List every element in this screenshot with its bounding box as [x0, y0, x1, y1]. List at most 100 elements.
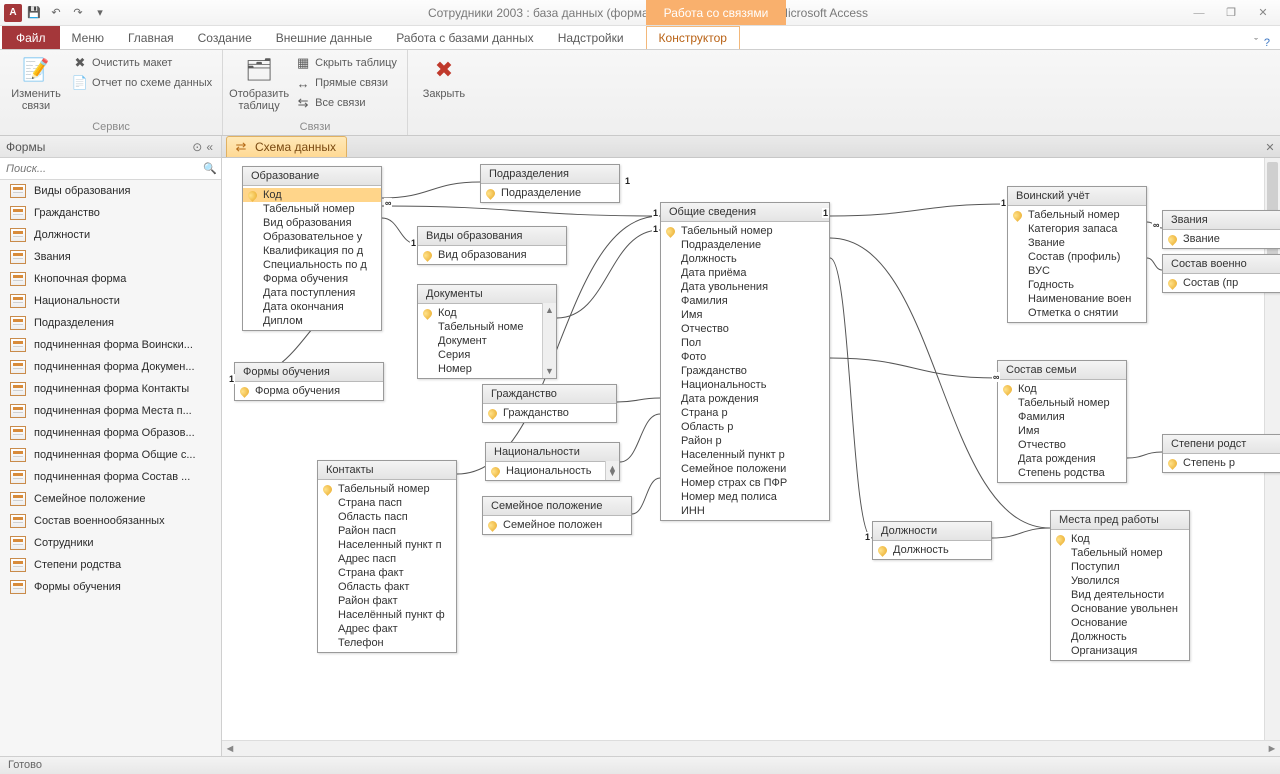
table-field[interactable]: Организация	[1051, 644, 1189, 658]
table-box[interactable]: Семейное положениеСемейное положен	[482, 496, 632, 535]
table-field[interactable]: Звание	[1008, 236, 1146, 250]
table-scrollbar[interactable]: ▲▼	[605, 461, 619, 480]
ribbon-tab[interactable]: Главная	[116, 27, 186, 49]
ribbon-tab[interactable]: Меню	[60, 27, 116, 49]
table-field[interactable]: Табельный номер	[661, 224, 829, 238]
qat-dropdown-icon[interactable]: ▾	[90, 3, 110, 23]
direct-links-button[interactable]: ↔Прямые связи	[293, 74, 399, 92]
table-field[interactable]: Национальность	[486, 464, 619, 478]
table-field[interactable]: Страна пасп	[318, 496, 456, 510]
table-field[interactable]: Код	[1051, 532, 1189, 546]
undo-icon[interactable]: ↶	[46, 3, 66, 23]
nav-item[interactable]: подчиненная форма Места п...	[0, 400, 221, 422]
table-field[interactable]: ИНН	[661, 504, 829, 518]
table-field[interactable]: Поступил	[1051, 560, 1189, 574]
nav-item[interactable]: Состав военнообязанных	[0, 510, 221, 532]
nav-item[interactable]: Гражданство	[0, 202, 221, 224]
table-box[interactable]: Состав военноСостав (пр	[1162, 254, 1280, 293]
table-field[interactable]: Должность	[873, 543, 991, 557]
restore-button[interactable]: ❐	[1218, 4, 1244, 22]
table-field[interactable]: Населенный пункт п	[318, 538, 456, 552]
table-field[interactable]: Семейное положен	[483, 518, 631, 532]
table-field[interactable]: Фамилия	[661, 294, 829, 308]
search-icon[interactable]: 🔍	[199, 158, 221, 179]
scroll-right-icon[interactable]: ►	[1264, 743, 1280, 755]
ribbon-tab[interactable]: Создание	[186, 27, 264, 49]
nav-item[interactable]: Должности	[0, 224, 221, 246]
table-field[interactable]: Степень родства	[998, 466, 1126, 480]
nav-item[interactable]: Национальности	[0, 290, 221, 312]
edit-relationships-button[interactable]: 📝 Изменить связи	[8, 54, 64, 112]
nav-item[interactable]: подчиненная форма Общие с...	[0, 444, 221, 466]
table-field[interactable]: Диплом	[243, 314, 381, 328]
table-field[interactable]: Область пасп	[318, 510, 456, 524]
table-field[interactable]: Фамилия	[998, 410, 1126, 424]
file-tab[interactable]: Файл	[2, 26, 60, 49]
table-field[interactable]: Категория запаса	[1008, 222, 1146, 236]
table-field[interactable]: Табельный номе	[418, 320, 556, 334]
table-field[interactable]: Должность	[661, 252, 829, 266]
document-close-button[interactable]: ✕	[1260, 137, 1280, 157]
table-field[interactable]: Страна р	[661, 406, 829, 420]
table-field[interactable]: Имя	[661, 308, 829, 322]
nav-filter-dropdown-icon[interactable]: ⊙	[190, 140, 204, 154]
search-input[interactable]	[0, 158, 199, 179]
table-box[interactable]: Воинский учётТабельный номерКатегория за…	[1007, 186, 1147, 323]
table-field[interactable]: Код	[243, 188, 381, 202]
minimize-button[interactable]: ―	[1186, 4, 1212, 22]
table-field[interactable]: Имя	[998, 424, 1126, 438]
nav-item[interactable]: Кнопочная форма	[0, 268, 221, 290]
table-field[interactable]: Вид деятельности	[1051, 588, 1189, 602]
table-field[interactable]: Дата окончания	[243, 300, 381, 314]
clear-layout-button[interactable]: ✖Очистить макет	[70, 54, 214, 72]
table-field[interactable]: Дата рождения	[661, 392, 829, 406]
table-field[interactable]: Район факт	[318, 594, 456, 608]
table-field[interactable]: Форма обучения	[235, 384, 383, 398]
table-box[interactable]: ОбразованиеКодТабельный номерВид образов…	[242, 166, 382, 331]
ribbon-minimize-icon[interactable]: ˇ	[1254, 37, 1258, 49]
table-box[interactable]: Общие сведенияТабельный номерПодразделен…	[660, 202, 830, 521]
table-field[interactable]: Отчество	[661, 322, 829, 336]
table-field[interactable]: Район пасп	[318, 524, 456, 538]
table-field[interactable]: Состав (пр	[1163, 276, 1280, 290]
table-box[interactable]: ПодразделенияПодразделение	[480, 164, 620, 203]
table-field[interactable]: Номер страх св ПФР	[661, 476, 829, 490]
table-field[interactable]: Семейное положени	[661, 462, 829, 476]
table-field[interactable]: Фото	[661, 350, 829, 364]
nav-item[interactable]: подчиненная форма Докумен...	[0, 356, 221, 378]
table-field[interactable]: ВУС	[1008, 264, 1146, 278]
nav-item[interactable]: подчиненная форма Воински...	[0, 334, 221, 356]
table-field[interactable]: Область р	[661, 420, 829, 434]
nav-item[interactable]: Степени родства	[0, 554, 221, 576]
table-field[interactable]: Отчество	[998, 438, 1126, 452]
hide-table-button[interactable]: ▦Скрыть таблицу	[293, 54, 399, 72]
document-tab[interactable]: ⇄ Схема данных	[226, 136, 347, 157]
table-field[interactable]: Состав (профиль)	[1008, 250, 1146, 264]
table-field[interactable]: Пол	[661, 336, 829, 350]
table-field[interactable]: Населённый пункт ф	[318, 608, 456, 622]
nav-collapse-icon[interactable]: «	[204, 140, 215, 154]
ribbon-tab-contextual[interactable]: Конструктор	[646, 26, 740, 49]
table-field[interactable]: Гражданство	[661, 364, 829, 378]
ribbon-tab[interactable]: Внешние данные	[264, 27, 385, 49]
table-field[interactable]: Дата рождения	[998, 452, 1126, 466]
table-field[interactable]: Район р	[661, 434, 829, 448]
table-field[interactable]: Дата увольнения	[661, 280, 829, 294]
table-field[interactable]: Табельный номер	[243, 202, 381, 216]
table-field[interactable]: Номер мед полиса	[661, 490, 829, 504]
redo-icon[interactable]: ↷	[68, 3, 88, 23]
close-designer-button[interactable]: ✖ Закрыть	[416, 54, 472, 100]
table-field[interactable]: Национальность	[661, 378, 829, 392]
table-field[interactable]: Должность	[1051, 630, 1189, 644]
table-field[interactable]: Табельный номер	[998, 396, 1126, 410]
table-box[interactable]: ДолжностиДолжность	[872, 521, 992, 560]
table-field[interactable]: Дата приёма	[661, 266, 829, 280]
table-field[interactable]: Подразделение	[481, 186, 619, 200]
table-field[interactable]: Табельный номер	[1008, 208, 1146, 222]
table-box[interactable]: НациональностиНациональность▲▼	[485, 442, 620, 481]
table-field[interactable]: Код	[418, 306, 556, 320]
horizontal-scrollbar[interactable]: ◄ ►	[222, 740, 1280, 756]
table-field[interactable]: Область факт	[318, 580, 456, 594]
nav-item[interactable]: Виды образования	[0, 180, 221, 202]
table-field[interactable]: Код	[998, 382, 1126, 396]
